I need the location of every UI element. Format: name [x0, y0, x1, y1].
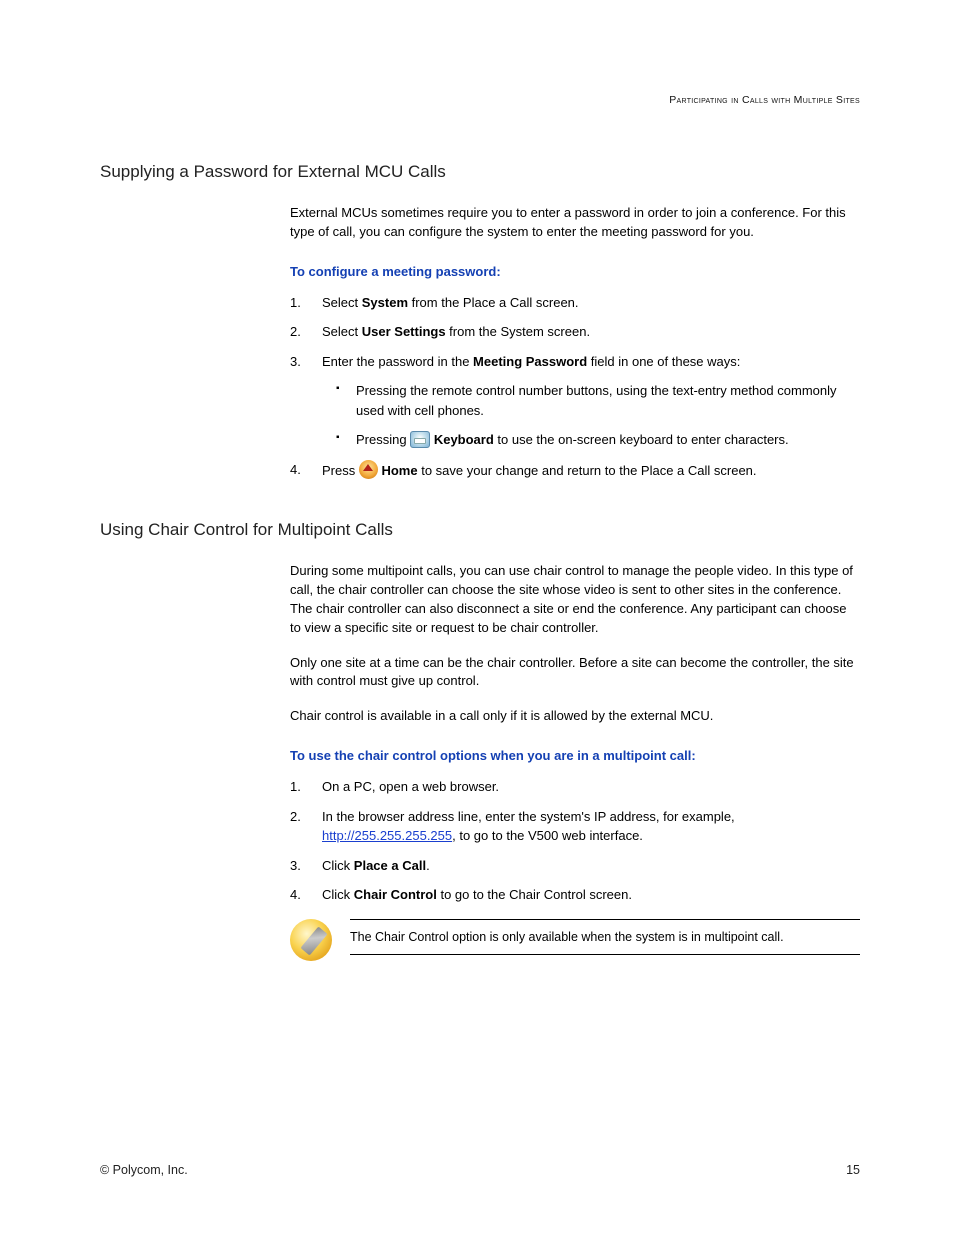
text: Enter the password in the [322, 354, 473, 369]
paragraph: Only one site at a time can be the chair… [290, 654, 860, 692]
bold-term: Keyboard [434, 432, 494, 447]
sub-list: Pressing the remote control number butto… [336, 381, 860, 450]
bold-term: System [362, 295, 408, 310]
text: to save your change and return to the Pl… [418, 463, 757, 478]
text: to go to the Chair Control screen. [437, 887, 632, 902]
bold-term: Chair Control [354, 887, 437, 902]
intro-paragraph: External MCUs sometimes require you to e… [290, 204, 860, 242]
list-item: Pressing Keyboard to use the on-screen k… [336, 430, 860, 450]
text: Select [322, 295, 362, 310]
list-item: In the browser address line, enter the s… [290, 807, 860, 846]
list-item: Click Chair Control to go to the Chair C… [290, 885, 860, 905]
text: , to go to the V500 web interface. [452, 828, 643, 843]
bold-term: User Settings [362, 324, 446, 339]
bold-term: Home [381, 463, 417, 478]
note-icon [290, 919, 332, 961]
list-item: Select System from the Place a Call scre… [290, 293, 860, 313]
text: from the Place a Call screen. [408, 295, 579, 310]
paragraph: Chair control is available in a call onl… [290, 707, 860, 726]
list-item: On a PC, open a web browser. [290, 777, 860, 797]
text: Click [322, 858, 354, 873]
text: to use the on-screen keyboard to enter c… [494, 432, 789, 447]
text: Press [322, 463, 359, 478]
footer-page-number: 15 [846, 1163, 860, 1177]
procedure-list: On a PC, open a web browser. In the brow… [290, 777, 860, 905]
heading-supplying-password: Supplying a Password for External MCU Ca… [100, 162, 860, 182]
note-block: The Chair Control option is only availab… [290, 919, 860, 961]
list-item: Press Home to save your change and retur… [290, 460, 860, 481]
list-item: Pressing the remote control number butto… [336, 381, 860, 420]
text: from the System screen. [446, 324, 591, 339]
page-footer: © Polycom, Inc. 15 [100, 1163, 860, 1177]
list-item: Click Place a Call. [290, 856, 860, 876]
text: Pressing [356, 432, 410, 447]
list-item: Select User Settings from the System scr… [290, 322, 860, 342]
procedure-heading: To use the chair control options when yo… [290, 748, 860, 763]
text: . [426, 858, 430, 873]
ip-link[interactable]: http://255.255.255.255 [322, 828, 452, 843]
footer-copyright: © Polycom, Inc. [100, 1163, 188, 1177]
running-header: Participating in Calls with Multiple Sit… [100, 94, 860, 106]
keyboard-icon [410, 431, 430, 448]
paragraph: During some multipoint calls, you can us… [290, 562, 860, 637]
text: Click [322, 887, 354, 902]
text: Select [322, 324, 362, 339]
procedure-list: Select System from the Place a Call scre… [290, 293, 860, 481]
note-text: The Chair Control option is only availab… [350, 919, 860, 955]
list-item: Enter the password in the Meeting Passwo… [290, 352, 860, 450]
text: In the browser address line, enter the s… [322, 809, 735, 824]
bold-term: Meeting Password [473, 354, 587, 369]
bold-term: Place a Call [354, 858, 426, 873]
procedure-heading: To configure a meeting password: [290, 264, 860, 279]
home-icon [359, 460, 378, 479]
text: field in one of these ways: [587, 354, 740, 369]
heading-chair-control: Using Chair Control for Multipoint Calls [100, 520, 860, 540]
